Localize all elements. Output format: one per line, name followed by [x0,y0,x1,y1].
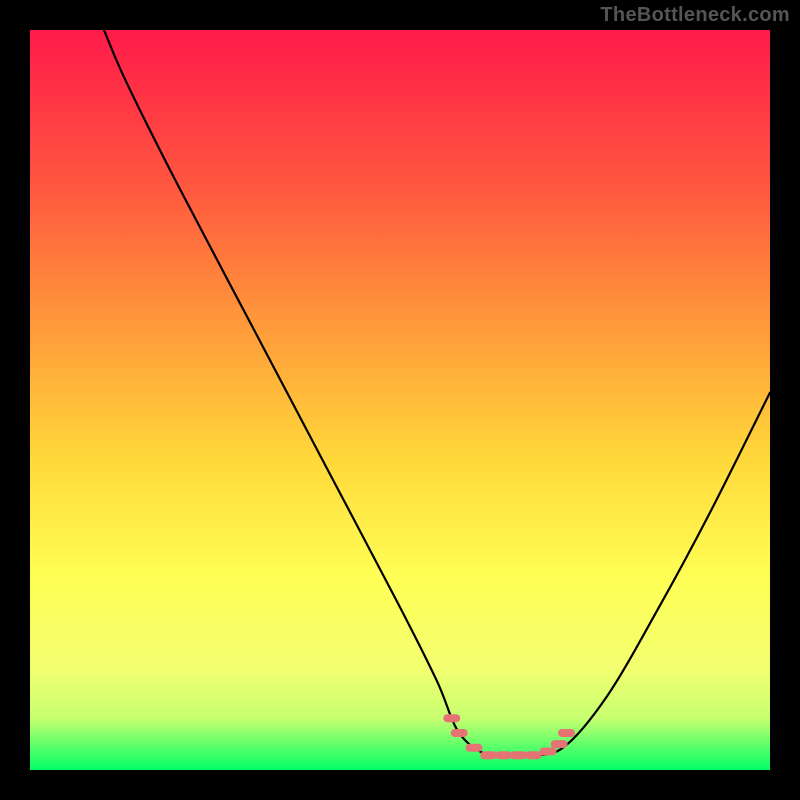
marker-pill [510,751,527,759]
marker-pill [551,740,568,748]
marker-pill [540,748,557,756]
plot-area [30,30,770,770]
marker-pill [525,751,542,759]
marker-pill [495,751,512,759]
curve-line [104,30,770,757]
highlight-markers [443,714,575,759]
marker-pill [558,729,575,737]
chart-container: TheBottleneck.com [0,0,800,800]
marker-pill [466,744,483,752]
marker-pill [480,751,497,759]
marker-pill [451,729,468,737]
chart-svg [30,30,770,770]
watermark-label: TheBottleneck.com [600,4,790,27]
marker-pill [443,714,460,722]
